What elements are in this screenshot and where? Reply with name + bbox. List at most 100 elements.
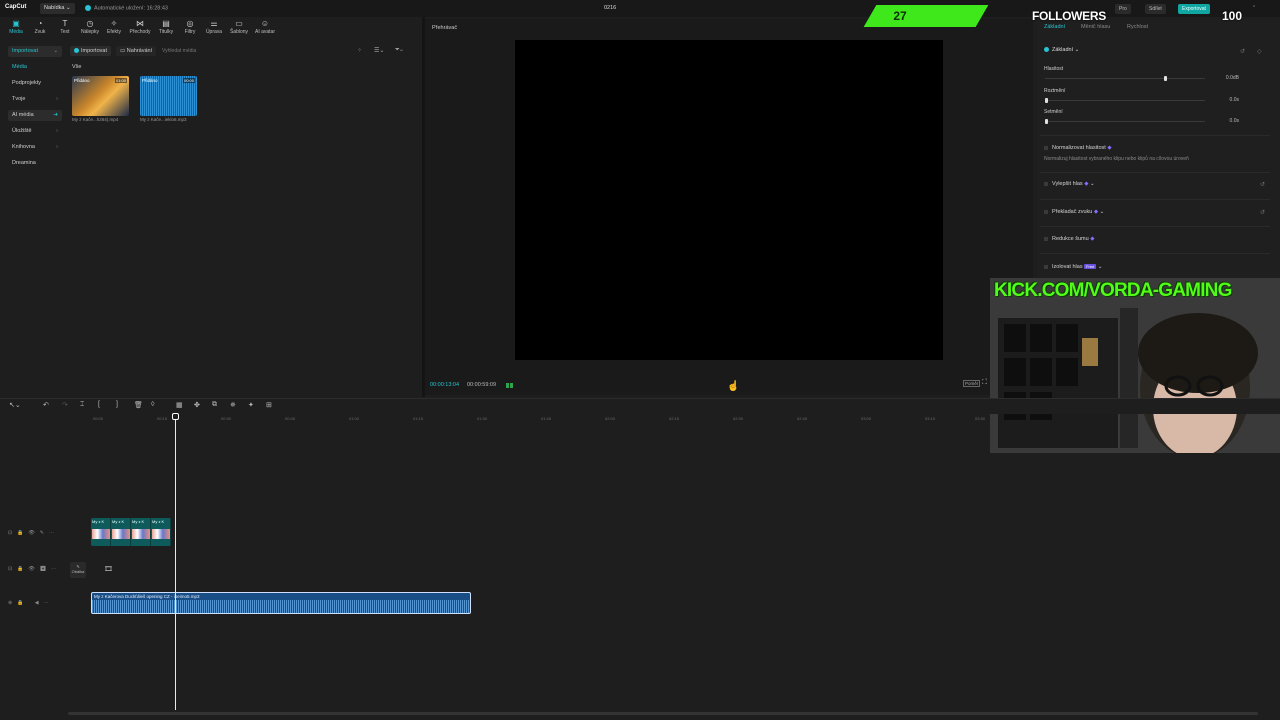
- tool-effects[interactable]: ✧ Efekty: [101, 19, 127, 35]
- checkbox[interactable]: [1044, 145, 1048, 150]
- fade-out-slider-knob[interactable]: [1045, 119, 1048, 124]
- isolate-voice-option[interactable]: Izolovat hlas Free ⌄: [1044, 264, 1102, 270]
- tool-stickers[interactable]: ◷ Nálepky: [77, 19, 103, 35]
- enhance-voice-option[interactable]: Vylepšit hlas ◆ ⌄: [1044, 181, 1095, 187]
- export-button[interactable]: Exportovat: [1178, 4, 1210, 14]
- undo-icon[interactable]: ↶: [43, 401, 49, 409]
- nav-yours[interactable]: Tvoje ›: [8, 94, 62, 105]
- ratio-button[interactable]: Poměr: [963, 380, 981, 387]
- cover-button[interactable]: ✎ Obálka: [70, 562, 86, 578]
- split-icon[interactable]: ⌶: [80, 401, 84, 409]
- cover-label: Obálka: [71, 569, 85, 574]
- media-clip-video[interactable]: Přidáno 01:00: [72, 76, 129, 116]
- fullscreen-icon[interactable]: ⛶: [982, 379, 987, 387]
- tool-transitions[interactable]: ⋈ Přechody: [127, 19, 153, 35]
- tab-basic[interactable]: Základní: [1044, 24, 1065, 30]
- video-segment[interactable]: My z K: [111, 518, 131, 546]
- followers-label: FOLLOWERS: [1032, 9, 1106, 23]
- nav-storage[interactable]: Úložiště ›: [8, 126, 62, 137]
- trim-right-icon[interactable]: ]: [116, 401, 118, 408]
- nav-dreamina[interactable]: Dreamina: [8, 158, 62, 169]
- checkbox[interactable]: [1044, 181, 1048, 186]
- tab-upload[interactable]: ▭ Nahrávání: [116, 46, 157, 56]
- audio-translator-option[interactable]: Překladač zvuku ◆ ⌄: [1044, 209, 1104, 215]
- redo-icon[interactable]: ↷: [62, 401, 68, 409]
- tool-ai-avatar[interactable]: ☺ AI avatar: [252, 19, 278, 35]
- volume-label: Hlasitost: [1044, 66, 1064, 72]
- multi-icon[interactable]: ⊞: [266, 401, 272, 409]
- freeze-icon[interactable]: ▦: [176, 401, 183, 409]
- audio-track-controls[interactable]: ⊕🔒 ◀⋯: [8, 600, 54, 606]
- timeline-scrollbar[interactable]: [68, 712, 1258, 715]
- tool-media[interactable]: ▣ Média: [3, 19, 29, 35]
- tab-speed[interactable]: Rychlost: [1127, 24, 1148, 30]
- reset-icon[interactable]: ↺: [1260, 209, 1265, 216]
- ai-icon[interactable]: ✦: [248, 401, 254, 409]
- maximize-icon[interactable]: ▫: [1253, 4, 1255, 10]
- nav-library[interactable]: Knihovna ›: [8, 142, 62, 153]
- nav-media[interactable]: Média: [8, 62, 62, 73]
- video-preview[interactable]: [515, 40, 943, 360]
- basic-section-header[interactable]: Základní ⌄: [1044, 47, 1079, 53]
- tool-text[interactable]: T Text: [52, 19, 78, 35]
- sort-icon[interactable]: ☰⌄: [374, 47, 384, 54]
- checkbox[interactable]: [1044, 209, 1048, 214]
- delete-icon[interactable]: 🗑: [134, 401, 143, 409]
- checkbox[interactable]: [1044, 264, 1048, 269]
- pro-button[interactable]: Pro: [1115, 4, 1131, 14]
- arrow-icon: ➜: [53, 112, 58, 118]
- normalize-option[interactable]: Normalizovat hlasitost ◆: [1044, 145, 1112, 151]
- trim-left-icon[interactable]: [: [98, 401, 100, 408]
- volume-slider-knob[interactable]: [1163, 76, 1167, 81]
- reset-icon[interactable]: ↺: [1240, 48, 1245, 55]
- reset-icon[interactable]: ↺: [1260, 181, 1265, 188]
- audio-clip[interactable]: My z Kačerova Duckťáleš opening CZ - ipe…: [91, 592, 471, 614]
- segment-thumb: [92, 529, 110, 539]
- tool-templates[interactable]: ▭ Šablony: [226, 19, 252, 35]
- segment-label: My z K: [132, 519, 145, 524]
- media-search-input[interactable]: [162, 46, 352, 56]
- menu-button[interactable]: Nabídka ⌄: [40, 3, 75, 14]
- tool-captions[interactable]: ▤ Titulky: [153, 19, 179, 35]
- volume-slider-track[interactable]: [1045, 78, 1205, 79]
- video-clip[interactable]: My z K My z K My z K My z K: [91, 518, 171, 546]
- grid-view-icon[interactable]: ⁘: [357, 47, 362, 54]
- tab-voice-changer[interactable]: Měnič hlasu: [1081, 24, 1110, 30]
- tab-import[interactable]: Importovat: [70, 46, 111, 56]
- filter-icon[interactable]: ⏷⌄: [395, 47, 403, 54]
- media-clip-audio[interactable]: Přidáno 00:00: [140, 76, 197, 116]
- tool-filters[interactable]: ◎ Filtry: [177, 19, 203, 35]
- video-segment[interactable]: My z K: [151, 518, 171, 546]
- marker-icon[interactable]: ◊: [151, 401, 154, 408]
- nav-subprojects[interactable]: Podprojekty: [8, 78, 62, 89]
- video-segment[interactable]: My z K: [131, 518, 151, 546]
- tool-adjust[interactable]: ⚌ Úprava: [201, 19, 227, 35]
- tool-audio[interactable]: ◔ Zvuk: [27, 19, 53, 35]
- keyframe-icon[interactable]: ◇: [1257, 48, 1262, 55]
- nav-import[interactable]: Importovat ⌄: [8, 46, 62, 57]
- fade-in-value[interactable]: 0.0s: [1217, 97, 1239, 103]
- noise-reduction-option[interactable]: Redukce šumu ◆: [1044, 236, 1094, 242]
- effects-icon[interactable]: ✵: [230, 401, 236, 409]
- crop-icon[interactable]: ⧉: [212, 401, 217, 409]
- main-track-controls[interactable]: ⊡🔒👁◀⋯: [8, 566, 61, 572]
- share-button[interactable]: Sdílet: [1145, 4, 1166, 14]
- playhead[interactable]: [175, 414, 176, 710]
- fade-in-slider-track[interactable]: [1045, 100, 1205, 101]
- divider: [1040, 253, 1270, 254]
- fade-out-slider-track[interactable]: [1045, 121, 1205, 122]
- timeline-ruler[interactable]: [0, 414, 1280, 424]
- video-track-controls[interactable]: ⊡🔒👁✎⋯: [8, 530, 59, 536]
- ruler-tick: 03:00: [861, 416, 872, 421]
- checkbox[interactable]: [1044, 236, 1048, 241]
- select-tool-icon[interactable]: ↖⌄: [9, 401, 21, 409]
- auto-reframe-icon[interactable]: ✤: [194, 401, 200, 409]
- nav-ai-media[interactable]: AI média ➜: [8, 110, 62, 121]
- fade-out-value[interactable]: 0.0s: [1217, 118, 1239, 124]
- playhead-handle[interactable]: [172, 413, 179, 420]
- fade-in-slider-knob[interactable]: [1045, 98, 1048, 103]
- nav-label: Knihovna: [12, 144, 35, 150]
- segment-label: My z K: [152, 519, 165, 524]
- video-segment[interactable]: My z K: [91, 518, 111, 546]
- volume-value[interactable]: 0.0dB: [1217, 75, 1239, 81]
